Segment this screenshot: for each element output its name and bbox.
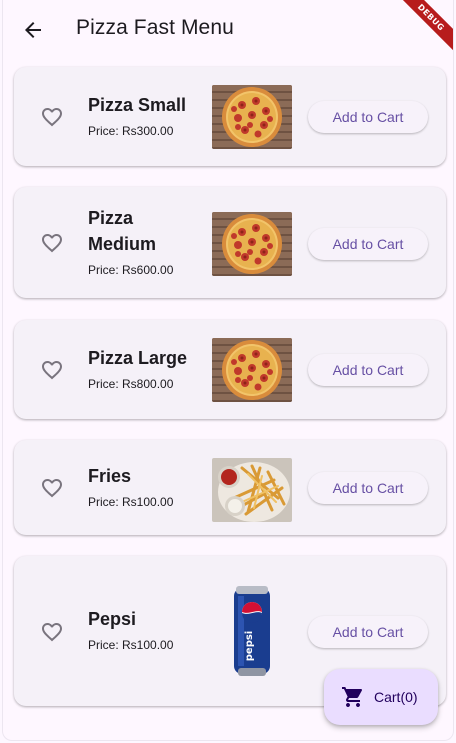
page-title: Pizza Fast Menu: [76, 16, 234, 39]
add-to-cart-button[interactable]: Add to Cart: [308, 472, 428, 504]
item-name: Pizza Medium: [88, 208, 157, 254]
menu-item-card: Pizza Medium Price: Rs600.00 Add to Cart: [14, 187, 446, 298]
item-name: Pizza Large: [88, 348, 188, 368]
item-price: Price: Rs100.00: [88, 495, 174, 509]
add-to-cart-button[interactable]: Add to Cart: [308, 228, 428, 260]
app-window: Pizza Fast Menu DEBUG Pizza Small Price:…: [2, 0, 454, 741]
favorite-heart-icon[interactable]: [40, 358, 64, 382]
item-info: Fries Price: Rs100.00: [88, 463, 198, 509]
favorite-heart-icon[interactable]: [40, 231, 64, 255]
debug-banner: DEBUG: [391, 0, 453, 57]
fries-image: [212, 458, 292, 522]
favorite-heart-icon[interactable]: [40, 476, 64, 500]
menu-item-card: Pizza Large Price: Rs800.00 Add to Cart: [14, 320, 446, 419]
item-info: Pizza Small Price: Rs300.00: [88, 92, 198, 138]
item-price: Price: Rs100.00: [88, 638, 174, 652]
favorite-heart-icon[interactable]: [40, 620, 64, 644]
item-name: Fries: [88, 466, 132, 486]
app-bar: Pizza Fast Menu DEBUG: [3, 0, 453, 58]
item-info: Pizza Medium Price: Rs600.00: [88, 205, 198, 277]
item-price: Price: Rs300.00: [88, 124, 174, 138]
pepsi-can-image: [228, 582, 276, 678]
pizza-image: [212, 212, 292, 276]
arrow-back-icon: [25, 22, 41, 38]
shopping-cart-icon: [342, 687, 363, 707]
item-info: Pepsi Price: Rs100.00: [88, 606, 198, 652]
menu-item-card: Fries Price: Rs100.00 Add to Cart: [14, 440, 446, 535]
add-to-cart-button[interactable]: Add to Cart: [308, 616, 428, 648]
menu-item-card: Pizza Small Price: Rs300.00 Add to Cart: [14, 67, 446, 166]
item-price: Price: Rs800.00: [88, 377, 174, 391]
cart-label: Cart(0): [374, 689, 418, 705]
back-button[interactable]: [17, 14, 49, 46]
cart-fab-button[interactable]: Cart(0): [324, 669, 438, 725]
item-info: Pizza Large Price: Rs800.00: [88, 345, 198, 391]
favorite-heart-icon[interactable]: [40, 105, 64, 129]
pizza-image: [212, 338, 292, 402]
item-price: Price: Rs600.00: [88, 263, 174, 277]
add-to-cart-button[interactable]: Add to Cart: [308, 101, 428, 133]
pizza-image: [212, 85, 292, 149]
item-name: Pepsi: [88, 609, 137, 629]
item-name: Pizza Small: [88, 95, 187, 115]
add-to-cart-button[interactable]: Add to Cart: [308, 354, 428, 386]
